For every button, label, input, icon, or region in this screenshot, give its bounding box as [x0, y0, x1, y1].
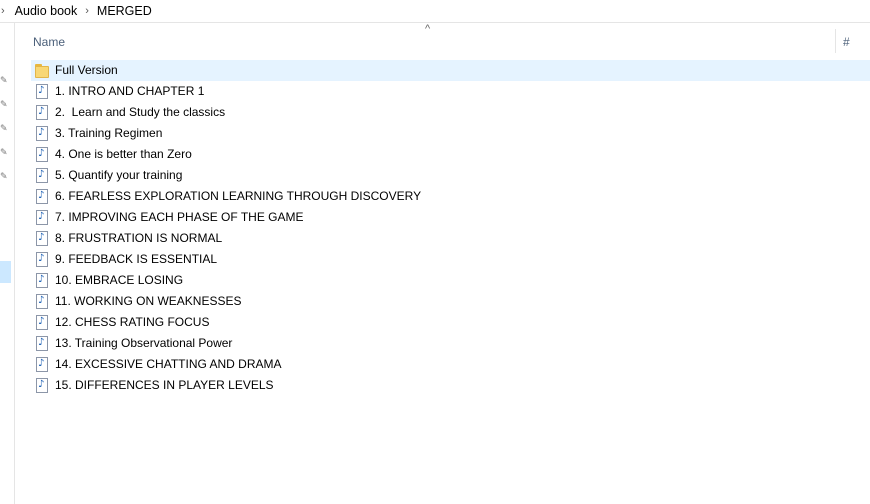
audio-file-icon: ♪	[34, 335, 50, 352]
pin-icon[interactable]: ✎	[0, 171, 10, 181]
folder-icon	[34, 63, 50, 79]
audio-file-icon: ♪	[34, 356, 50, 373]
audio-file-icon: ♪	[34, 314, 50, 331]
file-item[interactable]: ♪ 1. INTRO AND CHAPTER 1	[31, 81, 870, 102]
audio-file-icon: ♪	[34, 125, 50, 142]
name-column-header[interactable]: Name	[33, 35, 65, 49]
file-name: 4. One is better than Zero	[55, 147, 192, 161]
pin-icon[interactable]: ✎	[0, 75, 10, 85]
breadcrumb-chevron-icon[interactable]: ›	[1, 5, 5, 17]
file-item[interactable]: ♪ 7. IMPROVING EACH PHASE OF THE GAME	[31, 207, 870, 228]
file-name: 10. EMBRACE LOSING	[55, 273, 184, 287]
file-name: 2. Learn and Study the classics	[55, 105, 226, 119]
audio-file-icon: ♪	[34, 209, 50, 226]
file-item[interactable]: ♪ 8. FRUSTRATION IS NORMAL	[31, 228, 870, 249]
file-name: 8. FRUSTRATION IS NORMAL	[55, 231, 223, 245]
number-column-header[interactable]: #	[843, 35, 850, 49]
sort-ascending-icon: ^	[425, 23, 431, 35]
file-list: Full Version ♪ 1. INTRO AND CHAPTER 1 ♪ 2. L…	[31, 60, 870, 396]
file-item[interactable]: ♪ 5. Quantify your training	[31, 165, 870, 186]
column-header: Name ^ #	[15, 23, 870, 60]
breadcrumb-item-audio-book[interactable]: Audio book	[15, 4, 78, 18]
audio-file-icon: ♪	[34, 251, 50, 268]
breadcrumb-chevron-icon[interactable]: ›	[85, 5, 89, 17]
audio-file-icon: ♪	[34, 230, 50, 247]
folder-item[interactable]: Full Version	[31, 60, 870, 81]
file-name: 9. FEEDBACK IS ESSENTIAL	[55, 252, 218, 266]
column-divider[interactable]	[835, 29, 836, 53]
file-name: Full Version	[55, 63, 118, 77]
audio-file-icon: ♪	[34, 188, 50, 205]
file-item[interactable]: ♪ 4. One is better than Zero	[31, 144, 870, 165]
file-name: 15. DIFFERENCES IN PLAYER LEVELS	[55, 378, 274, 392]
file-name: 13. Training Observational Power	[55, 336, 233, 350]
file-name: 6. FEARLESS EXPLORATION LEARNING THROUGH…	[55, 189, 422, 203]
audio-file-icon: ♪	[34, 377, 50, 394]
file-item[interactable]: ♪ 9. FEEDBACK IS ESSENTIAL	[31, 249, 870, 270]
audio-file-icon: ♪	[34, 146, 50, 163]
file-item[interactable]: ♪ 6. FEARLESS EXPLORATION LEARNING THROUG…	[31, 186, 870, 207]
file-name: 14. EXCESSIVE CHATTING AND DRAMA	[55, 357, 282, 371]
file-item[interactable]: ♪ 12. CHESS RATING FOCUS	[31, 312, 870, 333]
navigation-pane: ✎ ✎ ✎ ✎ ✎	[0, 23, 15, 504]
file-name: 7. IMPROVING EACH PHASE OF THE GAME	[55, 210, 304, 224]
breadcrumb: › Audio book › MERGED	[0, 0, 870, 23]
file-name: 11. WORKING ON WEAKNESSES	[55, 294, 242, 308]
file-item[interactable]: ♪ 15. DIFFERENCES IN PLAYER LEVELS	[31, 375, 870, 396]
audio-file-icon: ♪	[34, 272, 50, 289]
file-item[interactable]: ♪ 10. EMBRACE LOSING	[31, 270, 870, 291]
nav-selected-item[interactable]	[0, 261, 11, 283]
file-item[interactable]: ♪ 11. WORKING ON WEAKNESSES	[31, 291, 870, 312]
audio-file-icon: ♪	[34, 167, 50, 184]
pin-icon[interactable]: ✎	[0, 147, 10, 157]
breadcrumb-item-merged[interactable]: MERGED	[97, 4, 152, 18]
file-item[interactable]: ♪ 13. Training Observational Power	[31, 333, 870, 354]
audio-file-icon: ♪	[34, 83, 50, 100]
file-item[interactable]: ♪ 2. Learn and Study the classics	[31, 102, 870, 123]
file-item[interactable]: ♪ 14. EXCESSIVE CHATTING AND DRAMA	[31, 354, 870, 375]
file-name: 1. INTRO AND CHAPTER 1	[55, 84, 205, 98]
file-item[interactable]: ♪ 3. Training Regimen	[31, 123, 870, 144]
file-name: 3. Training Regimen	[55, 126, 163, 140]
file-name: 12. CHESS RATING FOCUS	[55, 315, 210, 329]
audio-file-icon: ♪	[34, 104, 50, 121]
file-name: 5. Quantify your training	[55, 168, 183, 182]
pin-icon[interactable]: ✎	[0, 99, 10, 109]
pin-icon[interactable]: ✎	[0, 123, 10, 133]
audio-file-icon: ♪	[34, 293, 50, 310]
